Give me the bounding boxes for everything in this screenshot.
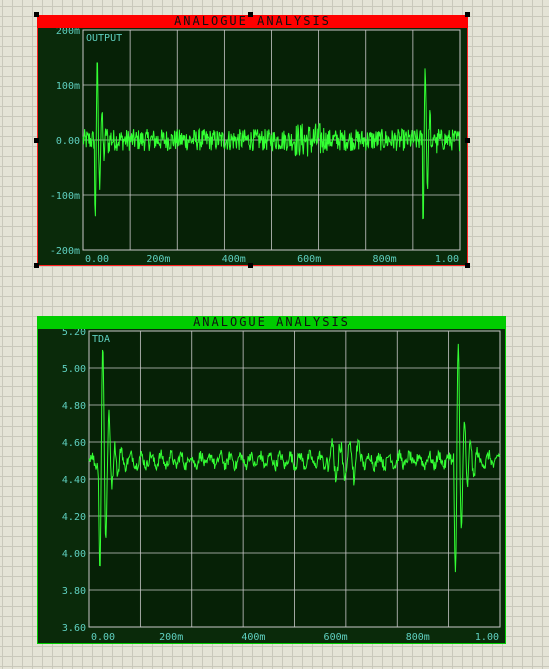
y-tick-label: 3.60 bbox=[62, 623, 86, 634]
x-tick-label: 600m bbox=[324, 632, 348, 643]
x-tick-label: 0.00 bbox=[85, 254, 109, 265]
resize-handle-tl[interactable] bbox=[34, 12, 39, 17]
y-tick-label: 4.00 bbox=[62, 549, 86, 560]
y-tick-label: 0.00 bbox=[56, 136, 80, 147]
x-tick-label: 0.00 bbox=[91, 632, 115, 643]
resize-handle-bl[interactable] bbox=[34, 263, 39, 268]
y-tick-label: 4.60 bbox=[62, 438, 86, 449]
resize-handle-mr[interactable] bbox=[465, 138, 470, 143]
analogue-graph-tda[interactable]: 5.20 5.00 4.80 4.60 4.40 4.20 4.00 3.80 3.60 0.00… bbox=[37, 316, 506, 644]
y-tick-label: 4.80 bbox=[62, 401, 86, 412]
y-tick-label: 100m bbox=[56, 81, 80, 92]
resize-handle-br[interactable] bbox=[465, 263, 470, 268]
y-tick-label: -200m bbox=[50, 246, 80, 257]
x-tick-label: 800m bbox=[406, 632, 430, 643]
y-tick-label: -100m bbox=[50, 191, 80, 202]
graph-title[interactable]: ANALOGUE ANALYSIS bbox=[37, 316, 506, 329]
y-tick-label: 4.20 bbox=[62, 512, 86, 523]
resize-handle-ml[interactable] bbox=[34, 138, 39, 143]
y-tick-label: 5.00 bbox=[62, 364, 86, 375]
trace-label: OUTPUT bbox=[86, 33, 122, 44]
resize-handle-tm[interactable] bbox=[248, 12, 253, 17]
y-tick-label: 4.40 bbox=[62, 475, 86, 486]
x-tick-label: 400m bbox=[241, 632, 265, 643]
trace-label: TDA bbox=[92, 334, 110, 345]
x-tick-label: 1.00 bbox=[435, 254, 459, 265]
resize-handle-tr[interactable] bbox=[465, 12, 470, 17]
x-tick-label: 1.00 bbox=[475, 632, 499, 643]
x-tick-label: 600m bbox=[297, 254, 321, 265]
x-tick-label: 200m bbox=[146, 254, 170, 265]
graph-tda-canvas: 5.205.004.804.604.404.204.003.803.600.00… bbox=[37, 316, 506, 644]
x-tick-label: 200m bbox=[159, 632, 183, 643]
analogue-graph-output[interactable]: 200m 100m 0.00 -100m -200m 0.00 200m 400m 600m 80… bbox=[34, 12, 470, 268]
y-tick-label: 3.80 bbox=[62, 586, 86, 597]
x-tick-label: 400m bbox=[222, 254, 246, 265]
x-tick-label: 800m bbox=[373, 254, 397, 265]
graph-output-canvas: 200m100m0.00-100m-200m0.00 200m 400m 600m 80… bbox=[37, 15, 468, 266]
resize-handle-bm[interactable] bbox=[248, 263, 253, 268]
